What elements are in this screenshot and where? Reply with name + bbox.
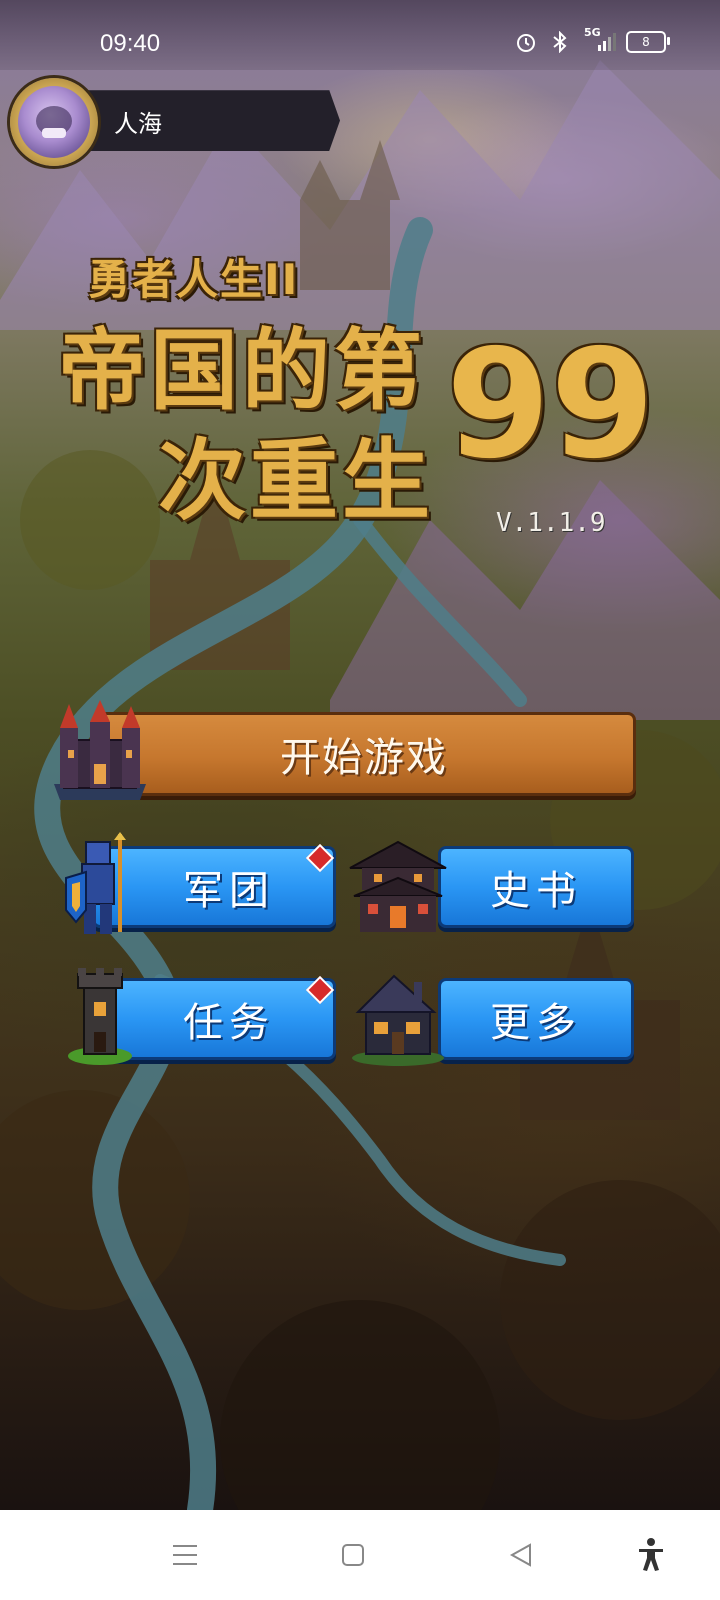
more-label: 更多 — [490, 1000, 582, 1046]
battery-level: 8 — [642, 35, 650, 49]
game-title-line1: 帝国的第 — [58, 319, 427, 422]
legion-label: 军团 — [183, 868, 275, 914]
battery-icon: 8 — [626, 31, 670, 53]
castle-icon — [54, 700, 146, 800]
avatar[interactable] — [18, 86, 90, 158]
clock: 09:40 — [100, 30, 161, 57]
tasks-label: 任务 — [183, 1000, 275, 1046]
start-game-label: 开始游戏 — [280, 735, 448, 781]
bluetooth-icon — [548, 30, 572, 54]
more-button[interactable]: 更多 — [438, 978, 634, 1060]
menu-icon[interactable] — [160, 1530, 210, 1580]
status-icons: 5G 8 — [514, 26, 670, 54]
start-game-button[interactable]: 开始游戏 — [92, 712, 636, 796]
alarm-icon — [514, 30, 538, 54]
player-name: 人海 — [114, 110, 162, 138]
knight-icon — [65, 832, 126, 934]
system-navigation-bar — [0, 1510, 720, 1600]
network-type: 5G — [584, 26, 601, 39]
home-icon[interactable] — [328, 1530, 378, 1580]
history-label: 史书 — [490, 868, 582, 914]
game-title-number: 99 — [446, 318, 655, 492]
player-name-banner[interactable] — [70, 90, 340, 151]
status-bar: 09:40 5G 8 — [0, 0, 720, 70]
back-icon[interactable] — [496, 1530, 546, 1580]
game-title-line2: 次重生 — [158, 429, 435, 532]
accessibility-icon[interactable] — [626, 1530, 676, 1580]
game-subtitle: 勇者人生II — [88, 255, 300, 304]
history-button[interactable]: 史书 — [438, 846, 634, 928]
pagoda-icon — [349, 840, 447, 932]
tower-icon — [68, 968, 132, 1065]
house-icon — [352, 974, 444, 1066]
signal-5g-icon: 5G — [582, 26, 616, 54]
version-label: V.1.1.9 — [496, 508, 606, 538]
